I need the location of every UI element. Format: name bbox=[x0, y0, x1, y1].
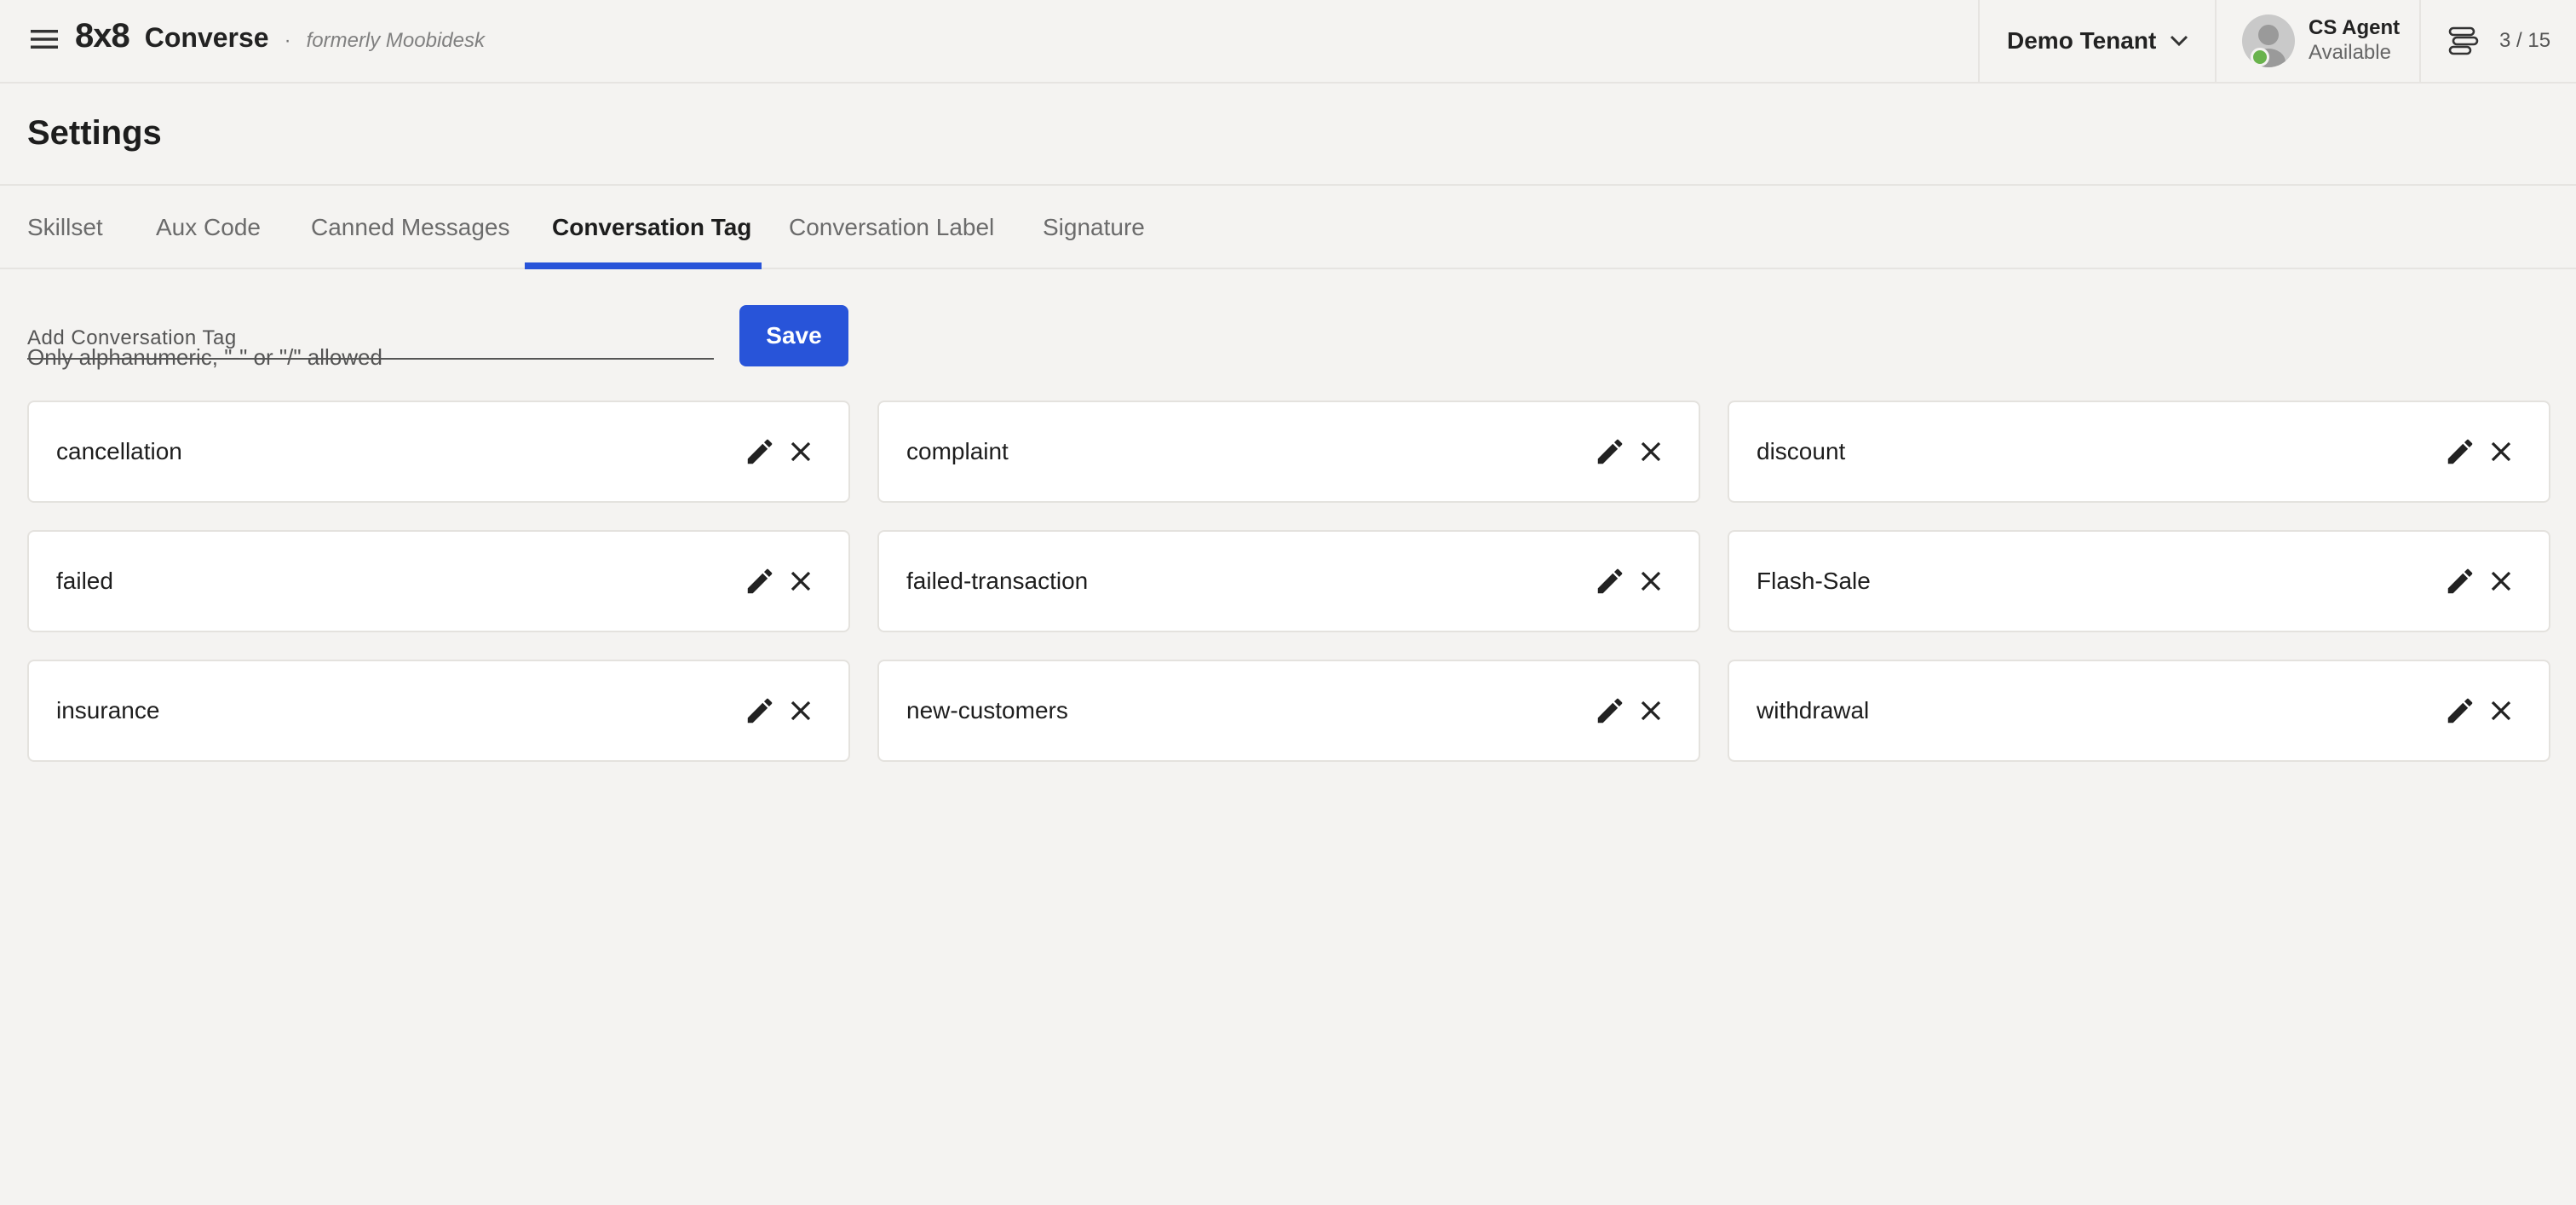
close-icon bbox=[791, 701, 811, 721]
tag-label: cancellation bbox=[56, 438, 182, 464]
edit-tag-button[interactable] bbox=[743, 694, 777, 728]
delete-tag-button[interactable] bbox=[2484, 564, 2518, 598]
agent-name: CS Agent bbox=[2309, 16, 2401, 40]
close-icon bbox=[1641, 701, 1661, 721]
pencil-icon bbox=[2447, 698, 2473, 724]
pencil-icon bbox=[1597, 568, 1623, 594]
pencil-icon bbox=[747, 568, 773, 594]
tag-label: withdrawal bbox=[1757, 697, 1870, 724]
agent-status-menu[interactable]: CS Agent Available bbox=[2215, 0, 2421, 82]
edit-tag-button[interactable] bbox=[2443, 435, 2477, 469]
delete-tag-button[interactable] bbox=[1634, 694, 1668, 728]
tag-label: insurance bbox=[56, 697, 160, 724]
top-bar: 8x8 Converse · formerly Moobidesk Demo T… bbox=[0, 0, 2576, 84]
settings-tabs: Skillset Aux Code Canned Messages Conver… bbox=[0, 186, 2576, 269]
tab-canned-messages[interactable]: Canned Messages bbox=[311, 186, 509, 269]
tenant-selector[interactable]: Demo Tenant bbox=[1978, 0, 2217, 82]
tag-label: complaint bbox=[906, 438, 1009, 464]
page-title: Settings bbox=[27, 114, 162, 152]
pencil-icon bbox=[747, 439, 773, 464]
edit-tag-button[interactable] bbox=[2443, 694, 2477, 728]
close-icon bbox=[2491, 701, 2511, 721]
tab-conversation-label[interactable]: Conversation Label bbox=[789, 186, 994, 269]
tag-card: complaint bbox=[877, 401, 1700, 503]
tag-label: failed-transaction bbox=[906, 568, 1089, 594]
tenant-label: Demo Tenant bbox=[2007, 27, 2157, 54]
edit-tag-button[interactable] bbox=[1593, 564, 1627, 598]
delete-tag-button[interactable] bbox=[784, 564, 818, 598]
delete-tag-button[interactable] bbox=[2484, 694, 2518, 728]
edit-tag-button[interactable] bbox=[743, 435, 777, 469]
tag-card: failed bbox=[27, 530, 850, 632]
close-icon bbox=[2491, 571, 2511, 591]
tag-label: new-customers bbox=[906, 697, 1068, 724]
page-header: Settings bbox=[0, 84, 2576, 186]
status-available-indicator bbox=[2251, 48, 2269, 66]
pencil-icon bbox=[747, 698, 773, 724]
edit-tag-button[interactable] bbox=[2443, 564, 2477, 598]
tag-card: insurance bbox=[27, 660, 850, 762]
delete-tag-button[interactable] bbox=[1634, 564, 1668, 598]
tab-conversation-tag[interactable]: Conversation Tag bbox=[552, 186, 751, 269]
close-icon bbox=[791, 571, 811, 591]
save-button[interactable]: Save bbox=[739, 305, 848, 366]
brand-name: Converse bbox=[144, 22, 269, 53]
queue-icon bbox=[2448, 26, 2479, 55]
tab-signature[interactable]: Signature bbox=[1043, 186, 1145, 269]
delete-tag-button[interactable] bbox=[784, 435, 818, 469]
pencil-icon bbox=[2447, 439, 2473, 464]
edit-tag-button[interactable] bbox=[743, 564, 777, 598]
pencil-icon bbox=[2447, 568, 2473, 594]
tab-aux-code[interactable]: Aux Code bbox=[156, 186, 261, 269]
delete-tag-button[interactable] bbox=[784, 694, 818, 728]
brand-separator: · bbox=[284, 29, 291, 52]
edit-tag-button[interactable] bbox=[1593, 435, 1627, 469]
brand[interactable]: 8x8 Converse · formerly Moobidesk bbox=[75, 17, 485, 60]
delete-tag-button[interactable] bbox=[1634, 435, 1668, 469]
tag-label: Flash-Sale bbox=[1757, 568, 1871, 594]
chevron-down-icon bbox=[2171, 35, 2188, 47]
close-icon bbox=[1641, 441, 1661, 462]
tag-card: Flash-Sale bbox=[1728, 530, 2550, 632]
brand-logo: 8x8 bbox=[75, 17, 130, 55]
delete-tag-button[interactable] bbox=[2484, 435, 2518, 469]
queue-indicator[interactable]: 3 / 15 bbox=[2419, 0, 2576, 82]
close-icon bbox=[1641, 571, 1661, 591]
agent-status: Available bbox=[2309, 41, 2391, 64]
tag-card: failed-transaction bbox=[877, 530, 1700, 632]
tag-input-hint: Only alphanumeric, "-" or "/" allowed bbox=[27, 344, 382, 370]
add-tag-form: Only alphanumeric, "-" or "/" allowed Sa… bbox=[0, 269, 2576, 397]
edit-tag-button[interactable] bbox=[1593, 694, 1627, 728]
tag-card: cancellation bbox=[27, 401, 850, 503]
tag-label: failed bbox=[56, 568, 113, 594]
menu-button[interactable] bbox=[27, 22, 61, 56]
tag-card: new-customers bbox=[877, 660, 1700, 762]
tag-label: discount bbox=[1757, 438, 1846, 464]
hamburger-menu-icon bbox=[31, 30, 58, 49]
pencil-icon bbox=[1597, 698, 1623, 724]
active-tab-indicator bbox=[525, 262, 762, 269]
tag-card: withdrawal bbox=[1728, 660, 2550, 762]
queue-count: 3 / 15 bbox=[2499, 29, 2551, 52]
brand-subtitle: formerly Moobidesk bbox=[306, 29, 485, 52]
tab-skillset[interactable]: Skillset bbox=[27, 186, 103, 269]
close-icon bbox=[2491, 441, 2511, 462]
close-icon bbox=[791, 441, 811, 462]
tag-card: discount bbox=[1728, 401, 2550, 503]
pencil-icon bbox=[1597, 439, 1623, 464]
